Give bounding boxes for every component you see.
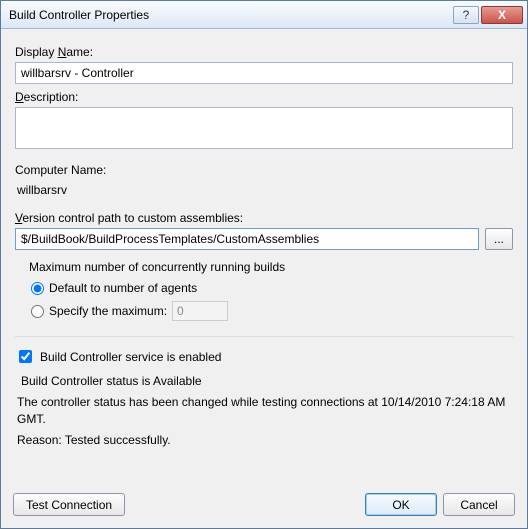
help-icon: ? (463, 8, 470, 22)
ellipsis-icon: ... (494, 232, 504, 246)
browse-button[interactable]: ... (485, 228, 513, 250)
radio-specify-label: Specify the maximum: (49, 304, 167, 318)
description-label: Description: (15, 90, 513, 104)
dialog-window: Build Controller Properties ? X Display … (0, 0, 528, 529)
computer-name-label: Computer Name: (15, 163, 513, 177)
radio-specify-row[interactable]: Specify the maximum: (31, 301, 513, 321)
cancel-button[interactable]: Cancel (443, 493, 515, 516)
test-connection-button[interactable]: Test Connection (13, 493, 125, 516)
close-button[interactable]: X (481, 6, 523, 24)
status-message-1: The controller status has been changed w… (17, 394, 513, 428)
titlebar: Build Controller Properties ? X (1, 1, 527, 29)
enabled-row[interactable]: Build Controller service is enabled (15, 347, 513, 366)
status-message-2: Reason: Tested successfully. (17, 432, 513, 449)
dialog-content: Display Name: Description: Computer Name… (1, 29, 527, 485)
separator (15, 336, 513, 337)
enabled-label: Build Controller service is enabled (40, 350, 221, 364)
display-name-input[interactable] (15, 62, 513, 84)
radio-default[interactable] (31, 282, 44, 295)
display-name-label: Display Name: (15, 45, 513, 59)
description-input[interactable] (15, 107, 513, 149)
close-icon: X (498, 8, 506, 22)
window-title: Build Controller Properties (9, 8, 451, 22)
help-button[interactable]: ? (453, 6, 479, 24)
max-value-input (172, 301, 228, 321)
radio-default-label: Default to number of agents (49, 281, 197, 295)
max-builds-label: Maximum number of concurrently running b… (29, 260, 513, 274)
vcpath-input[interactable] (15, 228, 479, 250)
vcpath-row: ... (15, 228, 513, 250)
vcpath-label: Version control path to custom assemblie… (15, 211, 513, 225)
radio-specify[interactable] (31, 305, 44, 318)
computer-name-value: willbarsrv (15, 180, 513, 205)
status-label: Build Controller status is Available (21, 374, 513, 388)
radio-default-row[interactable]: Default to number of agents (31, 281, 513, 295)
dialog-footer: Test Connection OK Cancel (1, 485, 527, 528)
enabled-checkbox[interactable] (19, 350, 32, 363)
ok-button[interactable]: OK (365, 493, 437, 516)
